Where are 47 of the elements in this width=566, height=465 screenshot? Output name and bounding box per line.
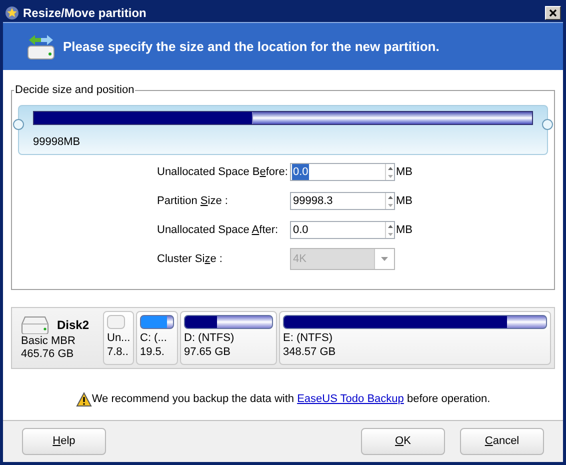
group-title: Decide size and position: [14, 83, 136, 97]
size-reading: 99998MB: [33, 135, 82, 150]
warning-icon: [76, 392, 92, 407]
spin-field[interactable]: 0.0: [290, 221, 395, 239]
spin-field[interactable]: 99998.3: [290, 192, 395, 210]
partition-size: 97.65 GB: [184, 345, 232, 359]
disk-name: Disk2: [57, 317, 90, 334]
partition-label: D: (NTFS): [184, 331, 236, 345]
dialog-button[interactable]: Cancel: [460, 428, 544, 455]
spin-arrows-icon[interactable]: [385, 193, 394, 209]
header-text: Please specify the size and the location for the new partition.: [63, 38, 440, 56]
window-title: Resize/Move partition: [23, 4, 148, 22]
partition-label: C: (...: [140, 331, 168, 345]
spin-arrows-icon[interactable]: [385, 222, 394, 238]
dialog-button[interactable]: OK: [361, 428, 445, 455]
star-icon: [5, 6, 19, 20]
field-label: Unallocated Space After:: [157, 222, 280, 238]
partition-size: 7.8..: [107, 345, 130, 359]
disk-size: 465.76 GB: [21, 348, 75, 361]
left-handle[interactable]: [13, 119, 24, 130]
dropdown-arrow-icon: [381, 257, 388, 261]
backup-notice: We recommend you backup the data with EaseUS Todo Backup before operation.: [92, 392, 490, 407]
partition-block[interactable]: E: (NTFS) 348.57 GB: [279, 311, 551, 365]
right-handle[interactable]: [542, 119, 553, 130]
field-value: 0.0: [292, 164, 310, 180]
partition-label: E: (NTFS): [283, 331, 334, 345]
partition-block[interactable]: D: (NTFS) 97.65 GB: [180, 311, 277, 365]
unallocated-bar: [107, 315, 125, 329]
disk-type: Basic MBR: [21, 335, 76, 348]
spin-field[interactable]: 0.0: [290, 163, 395, 181]
unit-label: MB: [396, 194, 412, 209]
unit-label: MB: [396, 222, 412, 238]
partition-block[interactable]: C: (... 19.5.: [136, 311, 178, 365]
unit-label: MB: [396, 164, 412, 180]
partition-block[interactable]: Un... 7.8..: [103, 311, 134, 365]
drive-arrows-icon: [27, 34, 55, 60]
field-label: Cluster Size :: [157, 252, 224, 267]
field-label: Partition Size :: [157, 194, 229, 209]
close-button[interactable]: [545, 6, 561, 20]
partition-label: Un...: [107, 331, 130, 345]
partition-size: 348.57 GB: [283, 345, 337, 359]
field-label: Unallocated Space Before:: [157, 164, 289, 180]
backup-link[interactable]: EaseUS Todo Backup: [297, 393, 404, 405]
close-icon: [549, 8, 557, 16]
dialog-button[interactable]: Help: [22, 428, 106, 455]
spin-arrows-icon[interactable]: [385, 164, 394, 180]
partition-size: 19.5.: [140, 345, 166, 359]
